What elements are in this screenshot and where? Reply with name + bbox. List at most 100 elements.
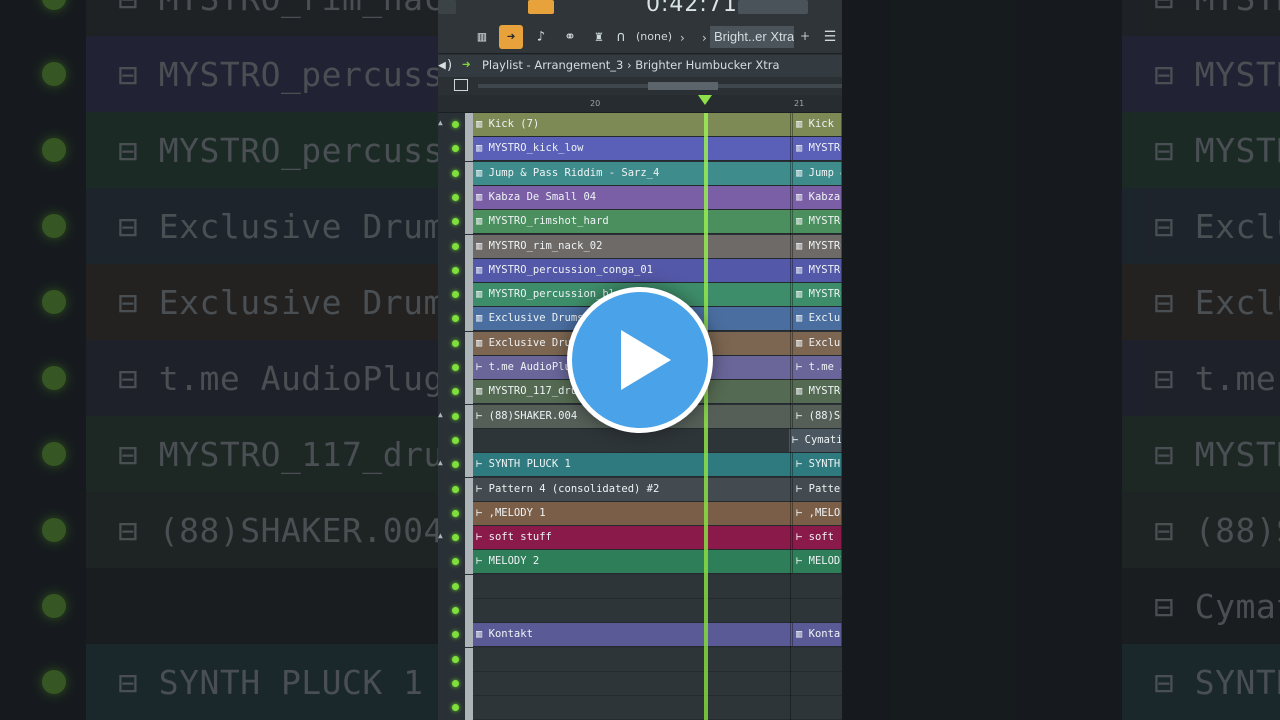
- track-mute-led[interactable]: [452, 121, 459, 128]
- piano-keys-icon[interactable]: [454, 79, 468, 91]
- track-header-strip[interactable]: [465, 550, 473, 575]
- clip[interactable]: ⊢ ,MELODY: [793, 501, 842, 525]
- track-header-strip[interactable]: [465, 234, 473, 259]
- playhead[interactable]: [704, 113, 708, 720]
- playlist-track[interactable]: ▥ Jump & Pass Riddim - Sarz_4 ▥ Jump &: [438, 161, 842, 186]
- track-header-strip[interactable]: [465, 161, 473, 186]
- clip[interactable]: ⊢ MELODY 2: [473, 550, 793, 574]
- playlist-track[interactable]: [438, 647, 842, 672]
- playlist-track[interactable]: ▥ MYSTRO_percussion_conga_01 ▥ MYSTRO: [438, 258, 842, 283]
- clip[interactable]: ▥ Kabza D: [793, 185, 842, 209]
- track-lane[interactable]: ⊢ Cymatics: [473, 428, 842, 453]
- track-mute-led[interactable]: [452, 169, 459, 177]
- track-header-strip[interactable]: [465, 599, 473, 623]
- playlist-track[interactable]: ▥ MYSTRO_rimshot_hard ▥ MYSTRO: [438, 210, 842, 235]
- clip[interactable]: ▥ MYSTRO_rim_nack_02: [473, 234, 793, 258]
- track-lane[interactable]: ▥ MYSTRO_kick_low ▥ MYSTRO: [473, 137, 842, 162]
- fold-toggle-icon[interactable]: ▲: [438, 410, 443, 419]
- track-mute-led[interactable]: [452, 558, 459, 566]
- playlist-track[interactable]: ▥ MYSTRO_kick_low ▥ MYSTRO: [438, 137, 842, 162]
- clip[interactable]: ⊢ soft stuff: [473, 526, 793, 550]
- track-header-strip[interactable]: [465, 283, 473, 308]
- fold-toggle-icon[interactable]: ▲: [438, 531, 443, 540]
- playlist-arrow-icon[interactable]: ➜: [462, 57, 470, 73]
- clip[interactable]: ▥ MYSTRO_rimshot_hard: [473, 210, 793, 234]
- track-header-strip[interactable]: [465, 428, 473, 453]
- track-header-strip[interactable]: [465, 185, 473, 210]
- track-header-strip[interactable]: [465, 647, 473, 672]
- playlist-track[interactable]: [438, 671, 842, 696]
- clip[interactable]: ▥ Kabza De Small 04: [473, 185, 793, 209]
- speaker-icon[interactable]: ◀): [438, 58, 454, 73]
- clip[interactable]: ⊢ Pattern 4 (consolidated) #2: [473, 477, 793, 501]
- track-mute-led[interactable]: [452, 145, 459, 153]
- track-mute-led[interactable]: [452, 412, 459, 420]
- fold-toggle-icon[interactable]: ▲: [438, 458, 443, 467]
- track-header-strip[interactable]: [465, 356, 473, 380]
- track-header-strip[interactable]: [465, 331, 473, 356]
- snap-icon[interactable]: ∩: [614, 25, 628, 49]
- clip[interactable]: ▥ MYSTRO_percussion_conga_01: [473, 258, 793, 282]
- track-mute-led[interactable]: [452, 534, 459, 542]
- track-lane[interactable]: ▥ MYSTRO_rim_nack_02 ▥ MYSTRO: [473, 234, 842, 259]
- track-mute-led[interactable]: [452, 485, 459, 493]
- clip[interactable]: ▥ MYSTRO: [793, 283, 842, 307]
- track-lane[interactable]: ▥ Kick (7) ▥ Kick (7): [473, 113, 842, 137]
- playlist-track[interactable]: ⊢ ,MELODY 1 ⊢ ,MELODY: [438, 501, 842, 526]
- track-header-strip[interactable]: [465, 307, 473, 332]
- track-mute-led[interactable]: [452, 193, 459, 201]
- track-mute-led[interactable]: [452, 339, 459, 347]
- track-lane[interactable]: ▥ MYSTRO_percussion_conga_01 ▥ MYSTRO: [473, 258, 842, 283]
- track-mute-led[interactable]: [452, 364, 459, 371]
- arrow-tool-icon[interactable]: ➜: [499, 25, 523, 49]
- snap-dropdown[interactable]: (none): [636, 30, 672, 43]
- track-mute-led[interactable]: [452, 509, 459, 517]
- clip[interactable]: ⊢ SYNTH PLUCK 1: [473, 453, 793, 477]
- playlist-track[interactable]: ▲ ⊢ soft stuff ⊢ soft stu: [438, 526, 842, 551]
- track-lane[interactable]: ⊢ soft stuff ⊢ soft stu: [473, 526, 842, 551]
- scrollbar-thumb[interactable]: [648, 82, 718, 90]
- timeline-ruler[interactable]: 20 21: [438, 95, 842, 113]
- playlist-track[interactable]: ▲ ▥ Kick (7) ▥ Kick (7): [438, 113, 842, 137]
- clip[interactable]: ▥ Jump &: [793, 161, 842, 185]
- clip[interactable]: ▥ MYSTRO: [793, 210, 842, 234]
- playlist-track[interactable]: ▥ Kontakt ▥ Kontakt: [438, 623, 842, 648]
- fold-toggle-icon[interactable]: ▲: [438, 118, 443, 127]
- track-header-strip[interactable]: [465, 210, 473, 235]
- track-lane[interactable]: [473, 647, 842, 672]
- playlist-track[interactable]: ▥ Kabza De Small 04 ▥ Kabza D: [438, 185, 842, 210]
- clip[interactable]: ⊢ (88)SHA: [793, 404, 842, 428]
- mixer-icon[interactable]: ☰: [818, 25, 842, 49]
- clip[interactable]: ⊢ soft stu: [793, 526, 842, 550]
- track-header-strip[interactable]: [465, 404, 473, 429]
- track-mute-led[interactable]: [452, 607, 459, 614]
- clip[interactable]: ▥ MYSTRO: [793, 234, 842, 258]
- track-header-strip[interactable]: [465, 258, 473, 283]
- track-header-strip[interactable]: [465, 113, 473, 137]
- track-header-strip[interactable]: [465, 501, 473, 526]
- track-header-strip[interactable]: [465, 137, 473, 162]
- track-lane[interactable]: ▥ Kontakt ▥ Kontakt: [473, 623, 842, 648]
- track-header-strip[interactable]: [465, 696, 473, 720]
- brush-tool-icon[interactable]: ♪: [529, 25, 553, 49]
- track-mute-led[interactable]: [452, 242, 459, 250]
- track-mute-led[interactable]: [452, 315, 459, 323]
- clip[interactable]: ⊢ ,MELODY 1: [473, 501, 793, 525]
- playlist-track[interactable]: ⊢ MELODY 2 ⊢ MELODY: [438, 550, 842, 575]
- track-mute-led[interactable]: [452, 631, 459, 639]
- playlist-track[interactable]: [438, 599, 842, 623]
- track-lane[interactable]: [473, 671, 842, 696]
- playhead-marker-icon[interactable]: [698, 95, 712, 105]
- clip[interactable]: ▥ Exclusi: [793, 331, 842, 355]
- clip[interactable]: ⊢ Pattern: [793, 477, 842, 501]
- clip[interactable]: ▥ MYSTRO_kick_low: [473, 137, 793, 161]
- chevron-right-icon[interactable]: ›: [680, 31, 685, 45]
- clip[interactable]: ▥ Kick (7): [473, 113, 793, 136]
- clip[interactable]: ▥ MYSTRO: [793, 137, 842, 161]
- clip[interactable]: ⊢ Cymatics: [789, 428, 842, 452]
- track-lane[interactable]: ⊢ Pattern 4 (consolidated) #2 ⊢ Pattern: [473, 477, 842, 502]
- clip[interactable]: ▥ MYSTRO: [793, 380, 842, 404]
- clip[interactable]: ▥ MYSTRO: [793, 258, 842, 282]
- track-lane[interactable]: ▥ Kabza De Small 04 ▥ Kabza D: [473, 185, 842, 210]
- track-mute-led[interactable]: [452, 582, 459, 590]
